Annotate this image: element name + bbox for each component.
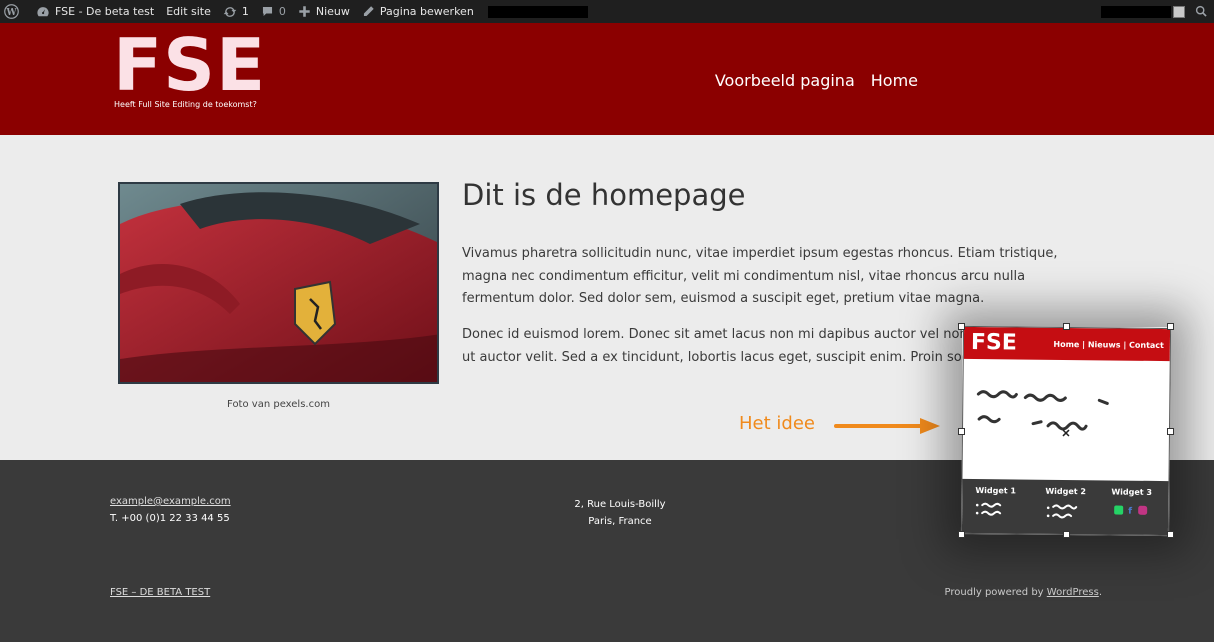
nav-item-home[interactable]: Home	[871, 71, 918, 90]
sketch-widget-2: Widget 2	[1045, 486, 1087, 497]
edit-site-link[interactable]: Edit site	[160, 0, 217, 23]
admin-bar-right	[1101, 0, 1214, 23]
redacted-block	[487, 5, 588, 18]
footer-address-line1: 2, Rue Louis-Boilly	[574, 499, 666, 510]
search-icon[interactable]	[1195, 5, 1208, 18]
resize-handle-top-left[interactable]	[958, 323, 965, 330]
comments-icon	[261, 5, 274, 18]
wordpress-icon: W	[4, 4, 19, 19]
resize-handle-top-right[interactable]	[1167, 323, 1174, 330]
sketch-nav: Home | Nieuws | Contact	[1053, 339, 1164, 351]
resize-handle-bottom-left[interactable]	[958, 531, 965, 538]
site-logo[interactable]: FSE	[113, 29, 266, 101]
new-label: Nieuw	[315, 5, 350, 18]
sketch-widget-1: Widget 1	[975, 486, 1017, 496]
comments-count: 0	[278, 5, 286, 18]
sketch-footer: Widget 1 Widget 2 Widget 3 f	[961, 478, 1169, 537]
dashboard-icon	[36, 5, 50, 19]
sketch-frame: FSE Home | Nieuws | Contact Widget 1 Wid…	[960, 325, 1172, 537]
credit-suffix: .	[1098, 587, 1102, 598]
instagram-icon	[1138, 505, 1148, 515]
wordpress-link[interactable]: WordPress	[1047, 587, 1099, 598]
page-title: Dit is de homepage	[462, 178, 746, 212]
updates-count: 1	[241, 5, 249, 18]
resize-handle-top[interactable]	[1063, 323, 1070, 330]
annotation-arrow-icon	[834, 418, 940, 434]
updates-icon	[223, 5, 237, 19]
resize-handle-right[interactable]	[1167, 428, 1174, 435]
edit-page-link[interactable]: Pagina bewerken	[356, 0, 480, 23]
footer-address-line2: Paris, France	[588, 516, 652, 527]
plus-icon	[298, 5, 311, 18]
credit-prefix: Proudly powered by	[944, 587, 1047, 598]
featured-photo	[118, 182, 439, 384]
sketch-widget-scribbles: f	[975, 502, 1148, 519]
resize-handle-bottom-right[interactable]	[1167, 531, 1174, 538]
updates-link[interactable]: 1	[217, 0, 255, 23]
facebook-icon: f	[1128, 507, 1132, 517]
edit-site-label: Edit site	[166, 5, 211, 18]
comments-link[interactable]: 0	[255, 0, 292, 23]
nav-item-voorbeeld-pagina[interactable]: Voorbeeld pagina	[715, 71, 855, 90]
photo-caption: Foto van pexels.com	[227, 399, 330, 410]
site-tagline: Heeft Full Site Editing de toekomst?	[114, 100, 257, 109]
svg-text:W: W	[5, 8, 17, 18]
footer-credit: Proudly powered by WordPress.	[945, 587, 1102, 598]
paragraph-1: Vivamus pharetra sollicitudin nunc, vita…	[462, 246, 1058, 306]
sketch-header: FSE Home | Nieuws | Contact	[963, 326, 1171, 362]
edit-page-label: Pagina bewerken	[379, 5, 474, 18]
footer-address: 2, Rue Louis-Boilly Paris, France	[520, 496, 720, 530]
site-name-link[interactable]: FSE - De beta test	[30, 0, 160, 23]
sketch-scribbles	[976, 390, 1109, 437]
avatar[interactable]	[1173, 5, 1185, 18]
sketch-widget-3: Widget 3	[1111, 487, 1153, 497]
footer-phone: T. +00 (0)1 22 33 44 55	[110, 513, 230, 524]
admin-bar: W FSE - De beta test Edit site 1 0 Nieuw…	[0, 0, 1214, 23]
new-content-link[interactable]: Nieuw	[292, 0, 356, 23]
footer-site-link[interactable]: FSE – DE BETA TEST	[110, 587, 210, 598]
whatsapp-icon	[1114, 505, 1124, 515]
footer-email-link[interactable]: example@example.com	[110, 496, 231, 507]
main-navigation: Voorbeeld pagina Home	[715, 71, 918, 90]
resize-handle-bottom[interactable]	[1063, 531, 1070, 538]
site-header: FSE Heeft Full Site Editing de toekomst?…	[0, 23, 1214, 135]
site-name-label: FSE - De beta test	[55, 5, 155, 18]
annotation-label: Het idee	[739, 413, 815, 434]
redacted-account	[1101, 5, 1171, 18]
pencil-icon	[362, 5, 375, 18]
sketch-logo: FSE	[970, 330, 1017, 356]
sketch-image[interactable]: FSE Home | Nieuws | Contact Widget 1 Wid…	[958, 323, 1174, 538]
wordpress-menu[interactable]: W	[0, 0, 30, 23]
resize-handle-left[interactable]	[958, 428, 965, 435]
